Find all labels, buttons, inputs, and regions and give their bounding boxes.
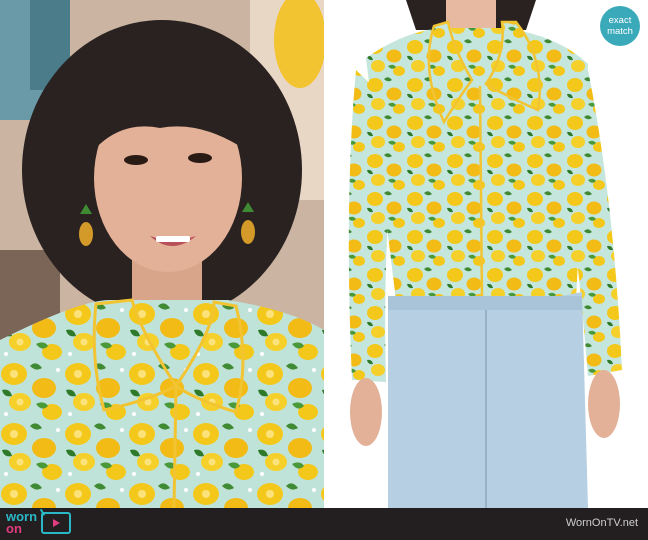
badge-line-1: exact	[608, 15, 632, 26]
play-icon	[53, 519, 61, 527]
exact-match-badge: exact match	[600, 6, 640, 46]
logo-wordmark: worn on	[6, 510, 37, 536]
site-logo[interactable]: worn on	[6, 510, 72, 536]
logo-word-on: on	[6, 521, 22, 536]
tv-icon	[41, 512, 72, 534]
footer-bar: worn on WornOnTV.net	[0, 508, 648, 540]
right-photo	[326, 0, 648, 508]
badge-line-2: match	[607, 26, 633, 37]
site-name[interactable]: WornOnTV.net	[566, 517, 638, 529]
left-photo-illustration	[0, 0, 324, 508]
left-photo	[0, 0, 324, 508]
right-photo-illustration	[326, 0, 648, 508]
